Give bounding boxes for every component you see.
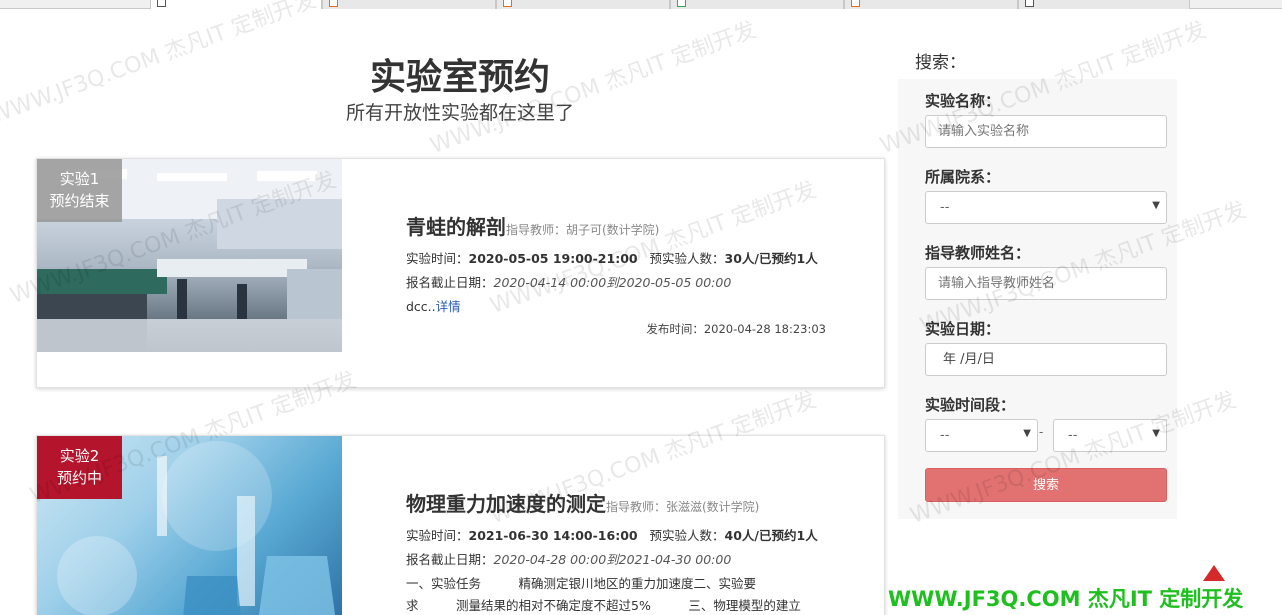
search-heading: 搜索： <box>915 53 966 73</box>
deadline-row: 报名截止日期：2020-04-28 00:00到2021-04-30 00:00 <box>406 552 732 567</box>
experiment-name-input[interactable] <box>925 115 1167 148</box>
description-row: dcc..详情 <box>406 299 461 314</box>
status-badge: 实验1 预约结束 <box>37 159 122 222</box>
browser-tab-active[interactable] <box>150 0 322 9</box>
browser-tab[interactable] <box>322 0 496 9</box>
field-label-name: 实验名称： <box>925 92 1001 110</box>
period-separator: - <box>1039 425 1044 439</box>
teacher-name: 指导教师：胡子可(数计学院) <box>506 223 660 237</box>
experiment-date-input[interactable]: 年 /月/日 <box>925 343 1167 376</box>
search-button[interactable]: 搜索 <box>925 468 1167 502</box>
triangle-up-icon <box>1203 565 1225 581</box>
status-badge: 实验2 预约中 <box>37 436 122 499</box>
deadline-row: 报名截止日期：2020-04-14 00:00到2020-05-05 00:00 <box>406 275 732 290</box>
experiment-time-row: 实验时间：2020-05-05 19:00-21:00 预实验人数：30人/已预… <box>406 251 818 266</box>
teacher-name: 指导教师：张滋滋(数计学院) <box>606 500 760 514</box>
description-line: 求 测量结果的相对不确定度不超过5% 三、物理模型的建立 <box>406 598 801 613</box>
teacher-name-input[interactable] <box>925 267 1167 300</box>
page-title: 实验室预约 <box>369 57 550 98</box>
browser-tab-strip <box>0 0 1282 9</box>
experiment-name[interactable]: 青蛙的解剖 <box>406 215 506 239</box>
caret-down-icon: ▼ <box>1152 200 1160 211</box>
detail-link[interactable]: 详情 <box>436 299 461 314</box>
brand-watermark: WWW.JF3Q.COM 杰凡IT 定制开发 <box>888 587 1244 611</box>
publish-time: 发布时间：2020-04-28 18:23:03 <box>646 322 826 336</box>
caret-down-icon: ▼ <box>1152 428 1160 439</box>
browser-tab[interactable] <box>670 0 844 9</box>
watermark: WWW.JF3Q.COM 杰凡IT 定制开发 <box>0 0 320 130</box>
browser-tab[interactable] <box>496 0 670 9</box>
experiment-name[interactable]: 物理重力加速度的测定 <box>406 492 606 516</box>
lab-card: 实验1 预约结束 青蛙的解剖指导教师：胡子可(数计学院) 实验时间：2020-0… <box>36 158 885 388</box>
period-start-select[interactable]: -- ▼ <box>925 419 1038 452</box>
field-label-date: 实验日期： <box>925 320 1001 338</box>
page-subtitle: 所有开放性实验都在这里了 <box>345 102 574 124</box>
caret-down-icon: ▼ <box>1023 428 1031 439</box>
field-label-teacher: 指导教师姓名： <box>925 244 1031 262</box>
experiment-time-row: 实验时间：2021-06-30 14:00-16:00 预实验人数：40人/已预… <box>406 528 818 543</box>
browser-tab[interactable] <box>844 0 1018 9</box>
department-select[interactable]: -- ▼ <box>925 191 1167 224</box>
lab-card: 实验2 预约中 物理重力加速度的测定指导教师：张滋滋(数计学院) 实验时间：20… <box>36 435 885 615</box>
field-label-period: 实验时间段： <box>925 396 1016 414</box>
browser-tab[interactable] <box>1018 0 1190 9</box>
description-line: 一、实验任务 精确测定银川地区的重力加速度二、实验要 <box>406 576 757 591</box>
field-label-dept: 所属院系： <box>925 168 1001 186</box>
period-end-select[interactable]: -- ▼ <box>1053 419 1167 452</box>
